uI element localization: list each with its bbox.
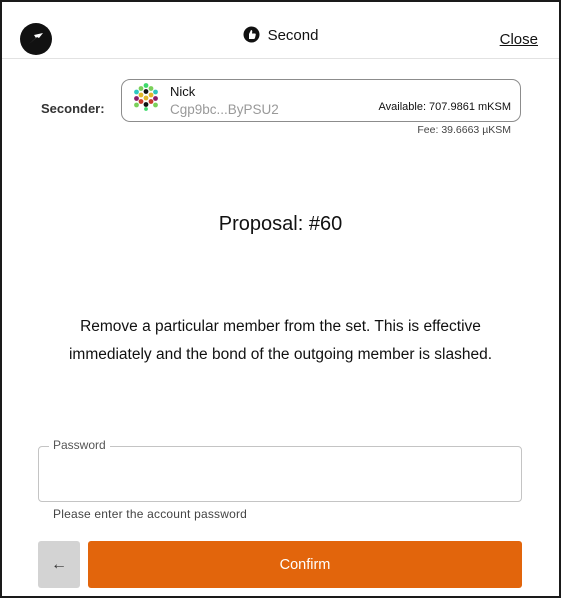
second-icon xyxy=(243,26,260,47)
popup-window: Second Close Seconder: Nick Cgp9bc...ByP… xyxy=(0,0,561,598)
password-hint: Please enter the account password xyxy=(53,507,248,521)
fee-text: Fee: 39.6663 µKSM xyxy=(417,124,511,136)
proposal-description: Remove a particular member from the set.… xyxy=(68,318,493,363)
seconder-label: Seconder: xyxy=(41,101,105,116)
account-name: Nick xyxy=(170,84,196,99)
account-address: Cgp9bc...ByPSU2 xyxy=(170,102,279,117)
password-field: Password xyxy=(38,438,522,502)
arrow-left-icon: ← xyxy=(51,555,67,573)
available-balance: Available: 707.9861 mKSM xyxy=(378,101,512,113)
account-selector[interactable]: Nick Cgp9bc...ByPSU2 Available: 707.9861… xyxy=(121,79,521,122)
back-button[interactable]: ← xyxy=(38,541,80,588)
confirm-button[interactable]: Confirm xyxy=(88,541,522,588)
title-text: Second xyxy=(267,27,319,44)
header: Second Close xyxy=(2,2,559,59)
password-label: Password xyxy=(49,438,110,452)
proposal-title: Proposal: #60 xyxy=(218,213,343,235)
password-input[interactable] xyxy=(51,459,510,491)
close-link[interactable]: Close xyxy=(500,31,538,48)
page-title: Second xyxy=(2,26,559,47)
identicon-avatar xyxy=(134,83,158,111)
